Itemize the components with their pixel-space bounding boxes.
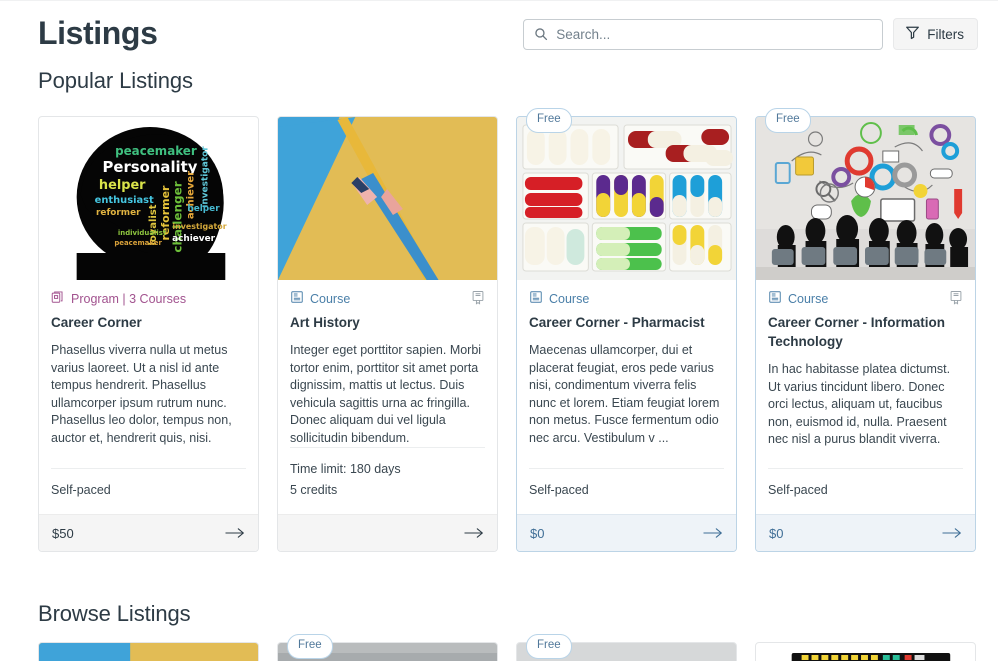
listing-footer[interactable]: [278, 514, 497, 551]
listings-page: Listings Filters: [0, 0, 998, 661]
svg-text:peacemaker: peacemaker: [115, 144, 197, 158]
free-badge: Free: [526, 108, 572, 133]
listing-card[interactable]: Course Art History Integer eget porttito…: [277, 116, 498, 552]
listing-thumbnail[interactable]: [39, 643, 258, 661]
listing-card[interactable]: peacemaker Personality helper enthusiast…: [38, 116, 259, 552]
listing-description: Integer eget porttitor sapien. Morbi tor…: [290, 343, 482, 445]
listing-title: Career Corner - Pharmacist: [529, 315, 705, 330]
listing-type: Program | 3 Courses: [51, 290, 246, 308]
listing-footer[interactable]: $0: [517, 514, 736, 551]
filters-button[interactable]: Filters: [893, 18, 978, 50]
svg-text:investigator: investigator: [200, 146, 210, 208]
listing-body: Program | 3 Courses Career Corner Phasel…: [39, 280, 258, 514]
svg-text:helper: helper: [99, 178, 146, 193]
listing-card[interactable]: Free: [516, 634, 737, 661]
free-badge: Free: [526, 634, 572, 659]
listing-description: In hac habitasse platea dictumst. Ut var…: [768, 362, 951, 446]
listing-type: Course: [529, 290, 724, 308]
listing-thumbnail[interactable]: peacemaker Personality helper enthusiast…: [39, 117, 258, 280]
free-badge: Free: [287, 634, 333, 659]
program-icon: [51, 290, 65, 308]
section-heading-popular: Popular Listings: [38, 68, 193, 93]
listing-footer[interactable]: $50: [39, 514, 258, 551]
listing-description: Maecenas ullamcorper, dui et placerat fe…: [529, 343, 720, 445]
course-icon: [529, 290, 543, 308]
browse-listings-grid: Free Free: [38, 634, 978, 661]
listing-title: Art History: [290, 315, 360, 330]
listing-card[interactable]: [755, 642, 976, 661]
listing-body: Course Career Corner - Pharmacist Maecen…: [517, 280, 736, 514]
listing-meta-row: Self-paced: [768, 483, 828, 497]
listing-meta: Time limit: 180 days 5 credits: [290, 447, 485, 514]
search-field[interactable]: [523, 18, 884, 50]
listing-meta: Self-paced: [768, 468, 963, 514]
free-badge: Free: [765, 108, 811, 133]
listing-card[interactable]: Free: [277, 634, 498, 661]
listing-body: Course Career Corner - Information Techn…: [756, 280, 975, 514]
svg-text:investigator: investigator: [172, 222, 226, 231]
listing-thumbnail[interactable]: [756, 643, 975, 661]
svg-text:enthusiast: enthusiast: [95, 195, 154, 206]
listing-title: Career Corner: [51, 315, 142, 330]
listing-type-label: Course: [788, 292, 829, 306]
certificate-icon: [949, 290, 963, 309]
page-header: Listings Filters: [38, 10, 978, 68]
filter-icon: [905, 25, 920, 43]
section-heading-browse: Browse Listings: [38, 601, 191, 626]
listing-thumbnail[interactable]: [278, 117, 497, 280]
svg-text:achiever: achiever: [172, 234, 216, 244]
listing-meta-row: 5 credits: [290, 483, 338, 497]
listing-card[interactable]: Free: [516, 108, 737, 552]
listing-card[interactable]: [38, 642, 259, 661]
listing-type: Course: [768, 290, 963, 308]
svg-text:peacemaker: peacemaker: [114, 239, 162, 247]
search-icon: [534, 27, 548, 41]
top-divider: [0, 0, 998, 1]
listing-thumbnail[interactable]: [517, 117, 736, 280]
listing-body: Course Art History Integer eget porttito…: [278, 280, 497, 514]
svg-text:individualist: individualist: [118, 229, 167, 237]
course-icon: [290, 290, 304, 308]
listing-description: Phasellus viverra nulla ut metus varius …: [51, 343, 232, 445]
listing-type-label: Program | 3 Courses: [71, 292, 187, 306]
header-controls: Filters: [523, 18, 978, 50]
listing-price: $0: [769, 525, 784, 541]
popular-listings-grid: peacemaker Personality helper enthusiast…: [38, 108, 978, 552]
listing-type-label: Course: [549, 292, 590, 306]
filters-button-label: Filters: [927, 26, 964, 42]
arrow-right-icon[interactable]: [703, 527, 723, 539]
listing-thumbnail[interactable]: [756, 117, 975, 280]
course-icon: [768, 290, 782, 308]
svg-text:helper: helper: [187, 204, 220, 214]
listing-type-label: Course: [310, 292, 351, 306]
svg-text:reformer: reformer: [96, 208, 141, 218]
listing-meta-row: Self-paced: [51, 483, 111, 497]
listing-meta-row: Time limit: 180 days: [290, 462, 401, 476]
listing-title: Career Corner - Information Technology: [768, 315, 946, 349]
arrow-right-icon[interactable]: [464, 527, 484, 539]
listing-footer[interactable]: $0: [756, 514, 975, 551]
listing-price: $50: [52, 525, 74, 541]
certificate-icon: [471, 290, 485, 309]
arrow-right-icon[interactable]: [942, 527, 962, 539]
listing-price: $0: [530, 525, 545, 541]
listing-type: Course: [290, 290, 485, 308]
listing-meta: Self-paced: [51, 468, 246, 514]
listing-meta-row: Self-paced: [529, 483, 589, 497]
search-input[interactable]: [524, 19, 883, 49]
listing-meta: Self-paced: [529, 468, 724, 514]
listing-card[interactable]: Free: [755, 108, 976, 552]
svg-text:Personality: Personality: [103, 158, 198, 176]
arrow-right-icon[interactable]: [225, 527, 245, 539]
